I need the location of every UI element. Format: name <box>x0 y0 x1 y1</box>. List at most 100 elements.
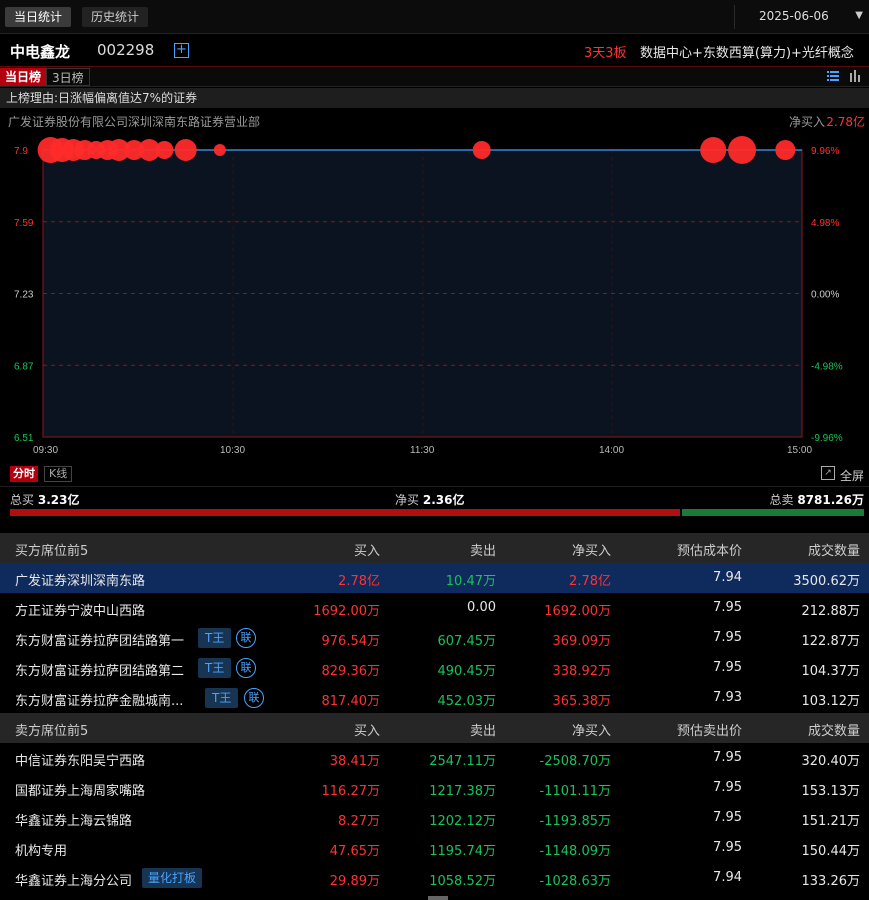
table-row[interactable]: 方正证券宁波中山西路 1692.00万 0.00 1692.00万 7.95 212.88… <box>0 593 869 623</box>
broker-name: 广发证券股份有限公司深圳深南东路证券营业部 <box>8 115 261 129</box>
trade-bubble <box>174 139 197 161</box>
cell-name: 东方财富证券拉萨团结路第二 <box>15 664 185 679</box>
column-header[interactable]: 卖出 <box>470 540 496 559</box>
date-value: 2025-06-06 <box>759 9 829 23</box>
buy_table-header: 买方席位前5 买入 卖出 净买入 预估成本价 成交数量 <box>0 533 869 563</box>
cell-buy: 2.78亿 <box>338 574 380 589</box>
y-right-tick: -4.98% <box>811 361 843 372</box>
column-header[interactable]: 买入 <box>354 720 380 739</box>
intraday-chart: 7.9 9.96% 7.59 4.98% 7.23 0.00% 6.87 -4.98% 6.51… <box>0 132 869 462</box>
bar-chart-icon[interactable] <box>847 69 863 85</box>
cell-net: -1101.11万 <box>539 784 611 799</box>
cell-net: 1692.00万 <box>544 604 611 619</box>
cell-price: 7.95 <box>713 630 742 645</box>
cell-volume: 212.88万 <box>801 604 861 619</box>
tab-today-rank[interactable]: 当日榜 <box>0 68 47 86</box>
column-header[interactable]: 买入 <box>354 540 380 559</box>
cell-buy: 8.27万 <box>338 814 380 829</box>
alliance-tag[interactable]: 联 <box>244 688 264 708</box>
x-tick: 14:00 <box>599 445 624 456</box>
cell-buy: 47.65万 <box>329 844 380 859</box>
column-header[interactable]: 成交数量 <box>808 540 860 559</box>
cell-volume: 104.37万 <box>801 664 861 679</box>
x-tick: 11:30 <box>410 445 435 456</box>
total-sell-label: 总卖 <box>769 493 794 507</box>
y-right-tick: -9.96% <box>811 433 843 444</box>
buy-ratio-bar <box>10 509 681 516</box>
column-header[interactable]: 净买入 <box>572 540 611 559</box>
t-king-tag[interactable]: T王 <box>198 628 232 648</box>
cell-name: 中信证券东阳吴宁西路 <box>15 754 146 769</box>
rank-tab-bar: 当日榜 3日榜 <box>0 68 869 87</box>
cell-name: 华鑫证券上海云锦路 <box>15 814 133 829</box>
quant-tag[interactable]: 量化打板 <box>142 868 203 888</box>
column-header[interactable]: 成交数量 <box>808 720 860 739</box>
cell-price: 7.95 <box>713 810 742 825</box>
list-view-icon[interactable] <box>825 69 841 85</box>
tab-history-stats[interactable]: 历史统计 <box>82 7 149 27</box>
column-header: 卖方席位前5 <box>15 724 89 739</box>
cell-net: -1193.85万 <box>539 814 611 829</box>
add-watchlist-icon[interactable]: + <box>174 43 189 58</box>
tab-today-stats[interactable]: 当日统计 <box>5 7 72 27</box>
t-king-tag[interactable]: T王 <box>198 658 232 678</box>
y-left-tick: 7.9 <box>14 146 28 157</box>
cell-price: 7.93 <box>713 690 742 705</box>
cell-net: -1148.09万 <box>539 844 611 859</box>
table-row[interactable]: 华鑫证券上海分公司 29.89万 1058.52万 -1028.63万 7.94 133.… <box>0 863 869 893</box>
table-row[interactable]: 东方财富证券拉萨团结路第一 976.54万 607.45万 369.09万 7.95 12… <box>0 623 869 653</box>
trade-summary: 总买 3.23亿 净买 2.36亿 总卖 8781.26万 <box>0 486 869 522</box>
cell-net: -2508.70万 <box>539 754 611 769</box>
column-header[interactable]: 预估成本价 <box>677 540 742 559</box>
cell-name: 国都证券上海周家嘴路 <box>15 784 146 799</box>
stock-name: 中电鑫龙 <box>10 43 71 61</box>
cell-net: 338.92万 <box>552 664 612 679</box>
scroll-handle[interactable] <box>428 896 448 900</box>
chart-svg: 7.9 9.96% 7.59 4.98% 7.23 0.00% 6.87 -4.98% 6.51… <box>14 136 843 456</box>
y-right-tick: 9.96% <box>811 146 839 157</box>
table-row[interactable]: 中信证券东阳吴宁西路 38.41万 2547.11万 -2508.70万 7.95 320… <box>0 743 869 773</box>
cell-name: 方正证券宁波中山西路 <box>15 604 146 619</box>
table-row[interactable]: 广发证券深圳深南东路 2.78亿 10.47万 2.78亿 7.94 3500.62万 <box>0 563 869 593</box>
cell-name: 机构专用 <box>15 844 68 859</box>
table-row[interactable]: 机构专用 47.65万 1195.74万 -1148.09万 7.95 150.44万 <box>0 833 869 863</box>
cell-volume: 133.26万 <box>801 874 861 889</box>
trade-bubble <box>775 140 796 160</box>
trade-bubble <box>155 141 174 159</box>
column-header[interactable]: 预估卖出价 <box>677 720 742 739</box>
tab-3day-rank[interactable]: 3日榜 <box>46 68 90 86</box>
column-header[interactable]: 净买入 <box>572 720 611 739</box>
fullscreen-button[interactable]: 全屏 <box>840 467 864 484</box>
consecutive-board-badge: 3天3板 <box>584 46 627 61</box>
column-header: 买方席位前5 <box>15 544 89 559</box>
t-king-tag[interactable]: T王 <box>205 688 239 708</box>
cell-sell: 0.00 <box>467 600 496 615</box>
broker-net-value: 2.78亿 <box>826 115 865 129</box>
cell-price: 7.95 <box>713 780 742 795</box>
table-row[interactable]: 国都证券上海周家嘴路 116.27万 1217.38万 -1101.11万 7.95 15… <box>0 773 869 803</box>
table-row[interactable]: 华鑫证券上海云锦路 8.27万 1202.12万 -1193.85万 7.95 151.2… <box>0 803 869 833</box>
cell-price: 7.95 <box>713 750 742 765</box>
cell-volume: 103.12万 <box>801 694 861 709</box>
cell-volume: 150.44万 <box>801 844 861 859</box>
column-header[interactable]: 卖出 <box>470 720 496 739</box>
total-sell-value: 8781.26万 <box>797 493 864 507</box>
fullscreen-icon[interactable]: ↗ <box>821 466 835 480</box>
cell-sell: 10.47万 <box>445 574 496 589</box>
table-row[interactable]: 东方财富证券拉萨金融城南... 817.40万 452.03万 365.38万 7.93… <box>0 683 869 713</box>
alliance-tag[interactable]: 联 <box>236 628 256 648</box>
table-row[interactable]: 东方财富证券拉萨团结路第二 829.36万 490.45万 338.92万 7.95 10… <box>0 653 869 683</box>
tab-kline[interactable]: K线 <box>44 466 73 482</box>
cell-name: 华鑫证券上海分公司 <box>15 874 133 889</box>
y-left-tick: 7.59 <box>14 218 34 229</box>
total-buy: 总买 3.23亿 <box>10 491 79 508</box>
cell-buy: 1692.00万 <box>313 604 380 619</box>
broker-info: 广发证券股份有限公司深圳深南东路证券营业部 净买入 2.78亿 <box>0 110 869 130</box>
trade-bubble <box>728 136 757 164</box>
alliance-tag[interactable]: 联 <box>236 658 256 678</box>
date-selector[interactable]: 2025-06-06 ▼ <box>734 5 869 29</box>
tab-timeshare[interactable]: 分时 <box>10 466 38 482</box>
cell-buy: 116.27万 <box>321 784 381 799</box>
net-buy-value: 2.36亿 <box>422 493 465 507</box>
x-tick: 15:00 <box>787 445 812 456</box>
